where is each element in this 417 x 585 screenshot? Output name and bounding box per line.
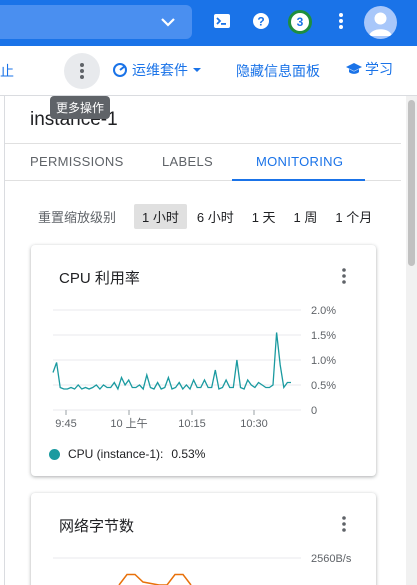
notifications-badge[interactable]: 3: [288, 10, 312, 34]
y-tick-label: 2560B/s: [311, 553, 352, 565]
y-tick-label: 2.0%: [311, 305, 336, 317]
zoom-controls: 重置缩放级别 1 小时 6 小时 1 天 1 周 1 个月: [30, 203, 382, 229]
truncated-action[interactable]: 止: [0, 61, 14, 81]
school-icon: [346, 63, 362, 74]
more-vert-icon[interactable]: [331, 11, 351, 31]
active-tab-indicator: [232, 179, 365, 181]
chevron-down-icon[interactable]: [160, 14, 176, 30]
svg-text:?: ?: [257, 15, 264, 29]
search-box[interactable]: [0, 5, 192, 39]
x-tick-label: 10 上午: [110, 417, 147, 430]
cloud-shell-icon[interactable]: [212, 11, 232, 31]
network-bytes-card: 网络字节数 2560B/s: [31, 493, 376, 585]
action-bar: 止 运维套件 隐藏信息面板 学习: [0, 46, 417, 96]
zoom-1-day[interactable]: 1 天: [244, 204, 284, 229]
legend-series-label: CPU (instance-1):: [68, 447, 164, 461]
learn-label: 学习: [365, 61, 393, 77]
operations-icon: [113, 63, 127, 77]
y-tick-label: 0: [311, 405, 317, 417]
top-app-bar: ? 3: [0, 0, 417, 46]
y-tick-label: 1.5%: [311, 330, 336, 342]
hide-info-panel-button[interactable]: 隐藏信息面板: [236, 61, 320, 81]
scrollbar-thumb[interactable]: [408, 100, 415, 266]
x-tick-label: 10:15: [178, 418, 206, 430]
cpu-chart[interactable]: 2.0% 1.5% 1.0% 0.5% 0 9:45 10 上午 10:15 10:30: [31, 245, 376, 445]
help-icon[interactable]: ?: [251, 11, 271, 31]
account-avatar[interactable]: [364, 6, 397, 39]
dropdown-arrow-icon: [193, 68, 201, 72]
operations-suite-button[interactable]: 运维套件: [112, 60, 202, 80]
zoom-6-hours[interactable]: 6 小时: [189, 204, 242, 229]
x-tick-label: 10:30: [240, 418, 268, 430]
x-tick-label: 9:45: [55, 418, 76, 430]
more-actions-tooltip: 更多操作: [50, 96, 111, 119]
network-chart[interactable]: 2560B/s: [31, 493, 376, 585]
panel-tabs: PERMISSIONS LABELS MONITORING: [5, 143, 401, 181]
zoom-1-week[interactable]: 1 周: [286, 204, 326, 229]
cpu-series-line: [52, 332, 291, 391]
more-actions-button[interactable]: [64, 53, 100, 89]
zoom-1-hour[interactable]: 1 小时: [134, 203, 187, 229]
legend-series-value: 0.53%: [171, 447, 206, 461]
tab-monitoring[interactable]: MONITORING: [256, 154, 343, 169]
network-series-line: [118, 573, 192, 585]
tab-labels[interactable]: LABELS: [162, 154, 213, 169]
tab-permissions[interactable]: PERMISSIONS: [30, 154, 124, 169]
zoom-1-month[interactable]: 1 个月: [327, 204, 380, 229]
cpu-utilization-card: CPU 利用率 2.0% 1.5% 1.0% 0.5% 0 9:45 10 上午 10:15 1…: [31, 245, 376, 476]
y-tick-label: 1.0%: [311, 355, 336, 367]
reset-zoom-button[interactable]: 重置缩放级别: [38, 207, 116, 226]
learn-button[interactable]: 学习: [345, 59, 393, 79]
cpu-legend: CPU (instance-1): 0.53%: [49, 447, 205, 461]
legend-swatch: [49, 448, 60, 460]
operations-suite-label: 运维套件: [132, 62, 188, 78]
y-tick-label: 0.5%: [311, 380, 336, 392]
